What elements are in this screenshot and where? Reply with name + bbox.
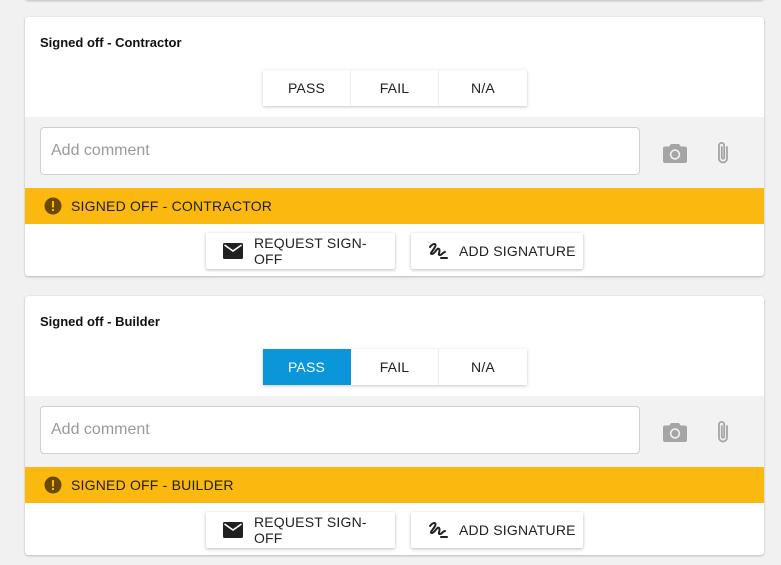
result-segmented-control: PASS FAIL N/A <box>263 70 527 106</box>
request-signoff-button[interactable]: REQUEST SIGN-OFF <box>206 233 395 269</box>
pass-button[interactable]: PASS <box>263 70 351 106</box>
add-signature-label: ADD SIGNATURE <box>459 522 576 538</box>
status-text: SIGNED OFF - BUILDER <box>71 477 234 493</box>
signature-icon <box>427 519 449 541</box>
result-segmented-control: PASS FAIL N/A <box>263 349 527 385</box>
comment-input[interactable] <box>40 127 640 175</box>
na-button[interactable]: N/A <box>439 349 527 385</box>
request-signoff-button[interactable]: REQUEST SIGN-OFF <box>206 512 395 548</box>
envelope-icon <box>222 240 244 262</box>
comment-area <box>25 396 764 467</box>
request-signoff-label: REQUEST SIGN-OFF <box>253 514 367 546</box>
paperclip-icon[interactable] <box>709 418 737 446</box>
paperclip-icon[interactable] <box>709 139 737 167</box>
add-signature-button[interactable]: ADD SIGNATURE <box>411 512 583 548</box>
status-bar: SIGNED OFF - CONTRACTOR <box>25 188 764 224</box>
comment-input[interactable] <box>40 406 640 454</box>
camera-icon[interactable] <box>661 139 689 167</box>
signoff-card-contractor: Signed off - Contractor PASS FAIL N/A SI… <box>25 17 764 276</box>
request-signoff-label: REQUEST SIGN-OFF <box>253 235 367 267</box>
fail-button[interactable]: FAIL <box>351 349 439 385</box>
exclamation-circle-icon <box>44 197 62 215</box>
signoff-card-builder: Signed off - Builder PASS FAIL N/A SIGNE… <box>25 296 764 555</box>
camera-icon[interactable] <box>661 418 689 446</box>
fail-button[interactable]: FAIL <box>351 70 439 106</box>
status-text: SIGNED OFF - CONTRACTOR <box>71 198 273 214</box>
card-title: Signed off - Contractor <box>40 35 182 50</box>
signature-icon <box>427 240 449 262</box>
add-signature-button[interactable]: ADD SIGNATURE <box>411 233 583 269</box>
exclamation-circle-icon <box>44 476 62 494</box>
pass-button[interactable]: PASS <box>263 349 351 385</box>
na-button[interactable]: N/A <box>439 70 527 106</box>
envelope-icon <box>222 519 244 541</box>
status-bar: SIGNED OFF - BUILDER <box>25 467 764 503</box>
comment-area <box>25 117 764 188</box>
card-title: Signed off - Builder <box>40 314 160 329</box>
add-signature-label: ADD SIGNATURE <box>459 243 576 259</box>
